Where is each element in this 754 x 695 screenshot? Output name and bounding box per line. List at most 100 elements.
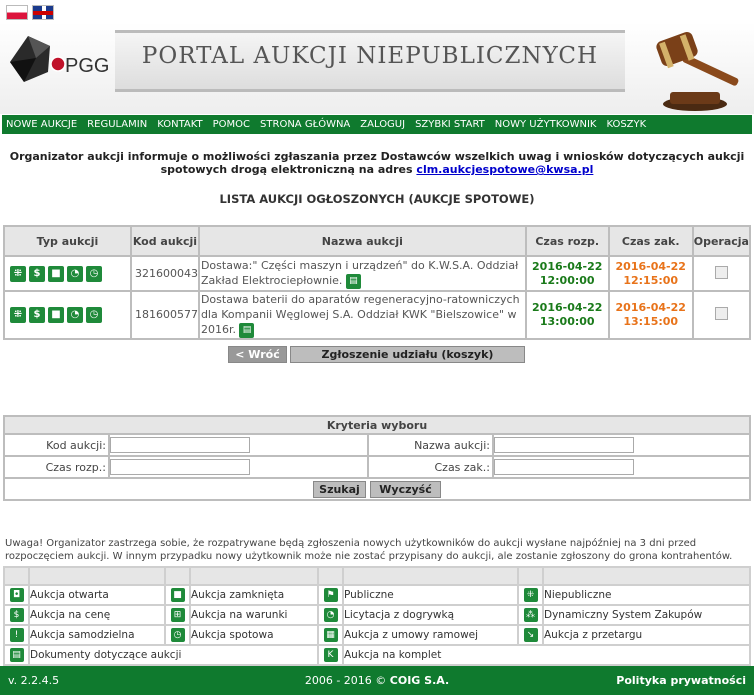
spot-auction-icon: ◷ (86, 265, 102, 282)
logo-text: PGG (65, 55, 108, 77)
page-title: PORTAL AUKCJI NIEPUBLICZNYCH (141, 43, 599, 69)
nav-regulations[interactable]: REGULAMIN (87, 119, 147, 130)
overtime-icon: ◔ (67, 306, 83, 323)
end-date-text: 2016-04-22 (615, 259, 686, 273)
clear-button[interactable]: Wyczyść (370, 481, 441, 498)
col-name: Nazwa aukcji (197, 225, 527, 257)
main-nav: NOWE AUKCJE REGULAMIN KONTAKT POMOC STRO… (2, 115, 752, 134)
auction-name: Dostawa baterii do aparatów regeneracyjn… (197, 290, 527, 340)
pgg-logo: PGG (10, 36, 108, 82)
set-auction-icon: K (323, 648, 338, 662)
non-public-icon: ⁜ (523, 588, 538, 602)
list-title: LISTA AUKCJI OGŁOSZONYCH (AUKCJE SPOTOWE… (219, 192, 535, 206)
legend-label: Aukcja na komplet (342, 644, 751, 666)
criteria-title: Kryteria wyboru (3, 415, 751, 435)
notice-text: Organizator aukcji informuje o możliwośc… (9, 150, 745, 176)
back-button[interactable]: < Wróć (228, 346, 287, 363)
spot-auction-icon: ◷ (170, 628, 185, 642)
auction-code: 181600577 (129, 290, 200, 340)
end-date-text: 2016-04-22 (615, 300, 686, 314)
closed-auction-icon: ■ (170, 588, 185, 602)
col-start: Czas rozp. (524, 225, 610, 257)
notice-email-link[interactable]: clm.aukcjespotowe@kwsa.pl (416, 163, 593, 176)
legend-label: Aukcja z przetargu (542, 624, 751, 646)
nav-help[interactable]: POMOC (213, 119, 250, 130)
cart-icon: ⊞ (170, 608, 185, 622)
code-input[interactable] (110, 437, 250, 453)
legend-label: Aukcja zamknięta (189, 584, 319, 606)
legend-label: Aukcja na warunki (189, 604, 319, 626)
legend-label: Licytacja z dogrywką (342, 604, 519, 626)
name-input[interactable] (494, 437, 634, 453)
auctions-table: Typ aukcji Kod aukcji Nazwa aukcji Czas … (3, 225, 752, 340)
language-selector (6, 5, 54, 20)
col-type: Typ aukcji (3, 225, 132, 257)
dynamic-system-icon: ⁂ (523, 608, 538, 622)
start-date-text: 2016-04-22 (532, 259, 603, 273)
overtime-icon: ◔ (67, 265, 83, 282)
organizer-notice: Organizator aukcji informuje o możliwośc… (5, 150, 749, 176)
table-row: ⁜ $ ■ ◔ ◷ 321600043 Dostawa:" Części mas… (3, 255, 752, 292)
legend-label: Aukcja z umowy ramowej (342, 624, 519, 646)
document-icon[interactable]: ▤ (239, 322, 255, 338)
closed-auction-icon: ■ (48, 306, 64, 323)
legend-label: Aukcja na cenę (28, 604, 166, 626)
legend-label: Dynamiczny System Zakupów (542, 604, 751, 626)
price-auction-icon: $ (29, 306, 45, 323)
start-date-text: 2016-04-22 (532, 300, 603, 314)
document-icon[interactable]: ▤ (345, 273, 361, 289)
gavel-icon (656, 31, 739, 111)
end-input[interactable] (494, 459, 634, 475)
col-code: Kod aukcji (129, 225, 200, 257)
open-auction-icon: ◘ (9, 588, 24, 602)
legend-label: Publiczne (342, 584, 519, 606)
select-checkbox[interactable] (714, 265, 728, 279)
legend-table: ◘ Aukcja otwarta ■ Aukcja zamknięta ⚑ Pu… (3, 566, 751, 666)
nav-login[interactable]: ZALOGUJ (360, 119, 405, 130)
end-time: 2016-04-22 12:15:00 (607, 255, 694, 292)
col-end: Czas zak. (607, 225, 694, 257)
copyright-years: 2006 - 2016 © (304, 674, 387, 687)
nav-new-auctions[interactable]: NOWE AUKCJE (6, 119, 77, 130)
header: PGG PORTAL AUKCJI NIEPUBLICZNYCH (0, 22, 754, 114)
overtime-icon: ◔ (323, 608, 338, 622)
price-auction-icon: $ (29, 265, 45, 282)
select-checkbox[interactable] (714, 306, 728, 320)
warning-text: Uwaga! Organizator zastrzega sobie, że r… (5, 538, 733, 562)
privacy-link[interactable]: Polityka prywatności (616, 674, 746, 687)
nav-contact[interactable]: KONTAKT (157, 119, 202, 130)
start-label: Czas rozp.: (3, 455, 110, 479)
closed-auction-icon: ■ (48, 265, 64, 282)
legend-label: Aukcja samodzielna (28, 624, 166, 646)
polish-flag-icon[interactable] (6, 5, 28, 20)
english-flag-icon[interactable] (32, 5, 54, 20)
non-public-icon: ⁜ (10, 306, 26, 323)
legend-label: Aukcja otwarta (28, 584, 166, 606)
copyright-company: COIG S.A. (389, 674, 450, 687)
non-public-icon: ⁜ (10, 265, 26, 282)
end-hour-text: 13:15:00 (623, 314, 679, 328)
auction-name: Dostawa:" Części maszyn i urządzeń" do K… (197, 255, 527, 292)
standalone-icon: ! (9, 628, 24, 642)
nav-cart[interactable]: KOSZYK (606, 119, 646, 130)
end-label: Czas zak.: (367, 455, 494, 479)
start-input[interactable] (110, 459, 250, 475)
nav-new-user[interactable]: NOWY UŻYTKOWNIK (495, 119, 597, 130)
start-time: 2016-04-22 13:00:00 (524, 290, 610, 340)
nav-home[interactable]: STRONA GŁÓWNA (260, 119, 350, 130)
join-cart-button[interactable]: Zgłoszenie udziału (koszyk) (290, 346, 525, 363)
legend-label: Dokumenty dotyczące aukcji (28, 644, 319, 666)
public-icon: ⚑ (323, 588, 338, 602)
start-hour-text: 12:00:00 (539, 273, 595, 287)
auction-code: 321600043 (129, 255, 200, 292)
end-hour-text: 12:15:00 (623, 273, 679, 287)
table-row: ⁜ $ ■ ◔ ◷ 181600577 Dostawa baterii do a… (3, 290, 752, 340)
footer: v. 2.2.4.5 2006 - 2016 © COIG S.A. Polit… (0, 666, 754, 695)
nav-quick-start[interactable]: SZYBKI START (415, 119, 485, 130)
legend-label: Aukcja spotowa (189, 624, 319, 646)
end-time: 2016-04-22 13:15:00 (607, 290, 694, 340)
search-button[interactable]: Szukaj (313, 481, 366, 498)
col-operation: Operacja (691, 225, 752, 257)
framework-agreement-icon: ▦ (323, 628, 338, 642)
banner: PORTAL AUKCJI NIEPUBLICZNYCH (115, 30, 625, 92)
